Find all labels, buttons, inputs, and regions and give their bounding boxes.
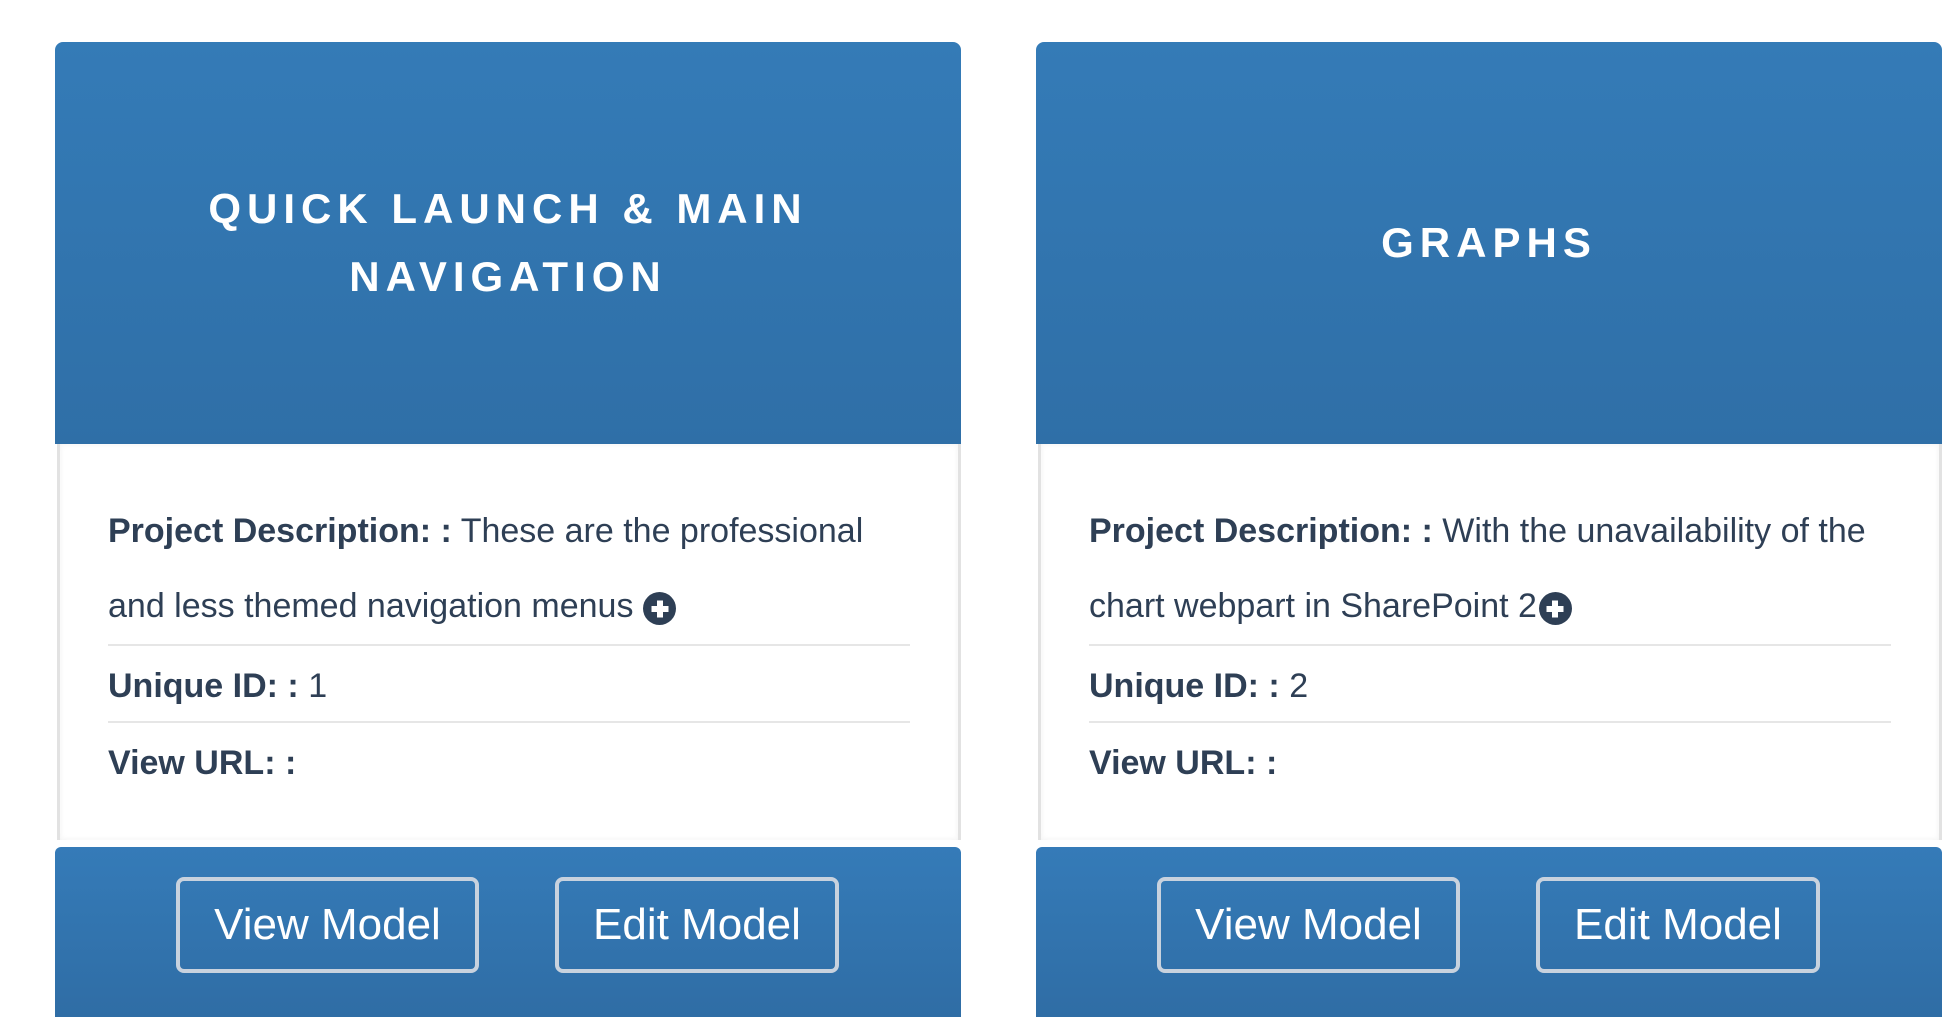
card-header: Quick Launch & Main Navigation (55, 42, 961, 444)
unique-id-value: 2 (1289, 667, 1309, 705)
plus-circle-icon[interactable] (643, 592, 677, 625)
card-header: Graphs (1036, 42, 1942, 444)
project-description-label: Project Description: : (108, 512, 452, 550)
card-title: Quick Launch & Main Navigation (208, 185, 808, 300)
project-card: Graphs Project Description: : With the u… (1036, 42, 1942, 1017)
view-url-row: View URL: : (1089, 723, 1891, 798)
edit-model-button[interactable]: Edit Model (1536, 877, 1820, 973)
project-description-row: Project Description: : With the unavaila… (1089, 494, 1891, 646)
unique-id-row: Unique ID: : 1 (108, 646, 910, 723)
project-cards-page: Quick Launch & Main Navigation Project D… (0, 0, 1947, 1034)
view-model-button[interactable]: View Model (176, 877, 479, 973)
card-footer: View Model Edit Model (55, 847, 961, 1017)
unique-id-row: Unique ID: : 2 (1089, 646, 1891, 723)
view-url-label: View URL: : (108, 744, 297, 782)
unique-id-label: Unique ID: : (1089, 667, 1280, 705)
edit-model-button[interactable]: Edit Model (555, 877, 839, 973)
card-footer: View Model Edit Model (1036, 847, 1942, 1017)
project-description-label: Project Description: : (1089, 512, 1433, 550)
view-url-label: View URL: : (1089, 744, 1278, 782)
card-body: Project Description: : These are the pro… (57, 444, 961, 840)
project-card: Quick Launch & Main Navigation Project D… (55, 42, 961, 1017)
unique-id-label: Unique ID: : (108, 667, 299, 705)
unique-id-value: 1 (308, 667, 328, 705)
view-model-button[interactable]: View Model (1157, 877, 1460, 973)
info-list: Project Description: : These are the pro… (108, 494, 910, 798)
card-title: Graphs (1381, 219, 1597, 266)
view-url-row: View URL: : (108, 723, 910, 798)
card-body: Project Description: : With the unavaila… (1038, 444, 1942, 840)
project-description-row: Project Description: : These are the pro… (108, 494, 910, 646)
info-list: Project Description: : With the unavaila… (1089, 494, 1891, 798)
plus-circle-icon[interactable] (1538, 592, 1572, 625)
